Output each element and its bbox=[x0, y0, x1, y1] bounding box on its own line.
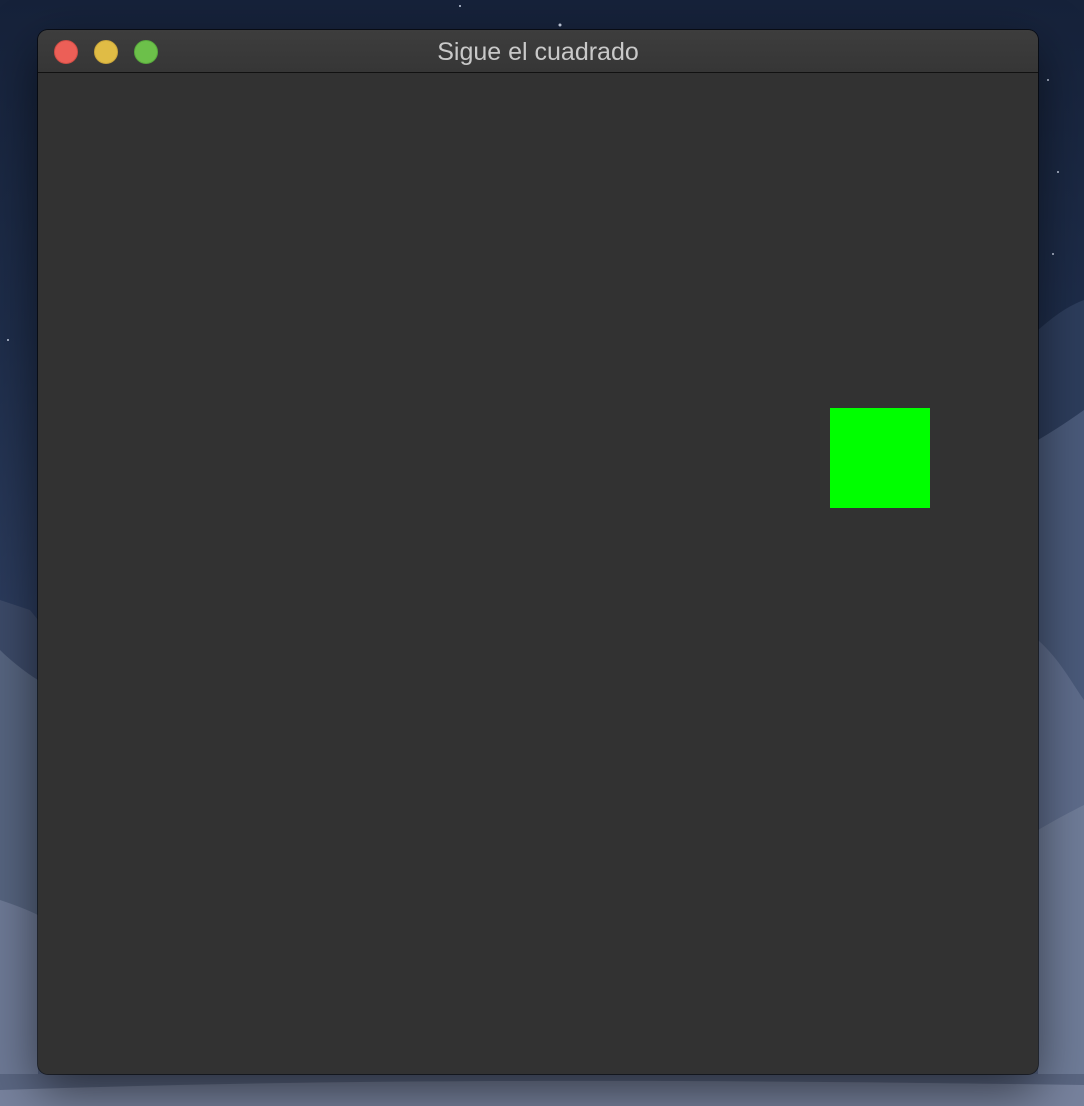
target-square[interactable] bbox=[830, 408, 930, 508]
window-titlebar[interactable]: Sigue el cuadrado bbox=[38, 30, 1038, 73]
app-window: Sigue el cuadrado bbox=[38, 30, 1038, 1074]
window-title: Sigue el cuadrado bbox=[437, 38, 639, 66]
game-canvas[interactable] bbox=[38, 74, 1038, 1074]
